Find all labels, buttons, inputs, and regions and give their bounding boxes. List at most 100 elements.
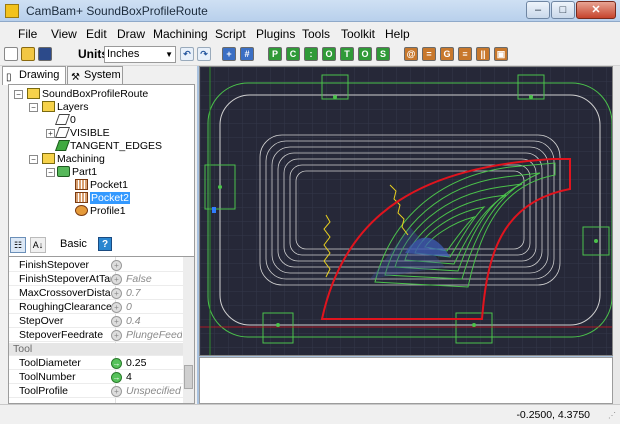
units-value: Inches <box>107 48 140 60</box>
drawing-canvas[interactable] <box>199 66 613 356</box>
simulate-icon[interactable]: ≡ <box>458 47 472 61</box>
profile-op-icon[interactable]: P <box>268 47 282 61</box>
property-row[interactable]: StepOver + 0.4 <box>9 315 183 328</box>
menu-help[interactable]: Help <box>385 27 410 41</box>
menu-file[interactable]: File <box>18 27 37 41</box>
value-set-icon[interactable]: → <box>111 358 122 369</box>
text-op-icon[interactable]: T <box>340 47 354 61</box>
tab-system[interactable]: ⚒ System <box>67 66 123 84</box>
gcode-icon[interactable]: G <box>440 47 454 61</box>
scroll-thumb[interactable] <box>184 365 193 389</box>
layer-icon <box>54 127 71 138</box>
tree-node-profile1[interactable]: Profile1 <box>75 205 126 218</box>
folder-icon <box>27 88 40 99</box>
chevron-down-icon: ▼ <box>165 50 173 59</box>
tree-node-pocket1[interactable]: Pocket1 <box>75 179 128 192</box>
new-file-icon[interactable] <box>4 47 18 61</box>
property-grid[interactable]: FinishStepover + FinishStepoverAtTarget … <box>8 256 195 404</box>
title-bar: CamBam+ SoundBoxProfileRoute – □ ✕ <box>0 0 620 22</box>
drill-op-icon[interactable]: : <box>304 47 318 61</box>
tree-node-layer-0[interactable]: 0 <box>54 114 76 127</box>
origin-marker <box>212 207 216 213</box>
cad-viewport[interactable] <box>200 67 613 356</box>
grid-icon[interactable]: # <box>240 47 254 61</box>
style-icon[interactable]: ▣ <box>494 47 508 61</box>
tree-node-layer-visible[interactable]: VISIBLE <box>54 127 110 140</box>
auto-value-icon[interactable]: + <box>111 316 122 327</box>
message-panel <box>199 357 613 404</box>
property-row[interactable]: MaxCrossoverDistance + 0.7 <box>9 287 183 300</box>
collapse-machining-icon[interactable]: − <box>29 155 38 164</box>
sort-alpha-icon[interactable]: A↓ <box>30 237 46 253</box>
menu-machining[interactable]: Machining <box>153 27 208 41</box>
auto-value-icon[interactable]: + <box>111 260 122 271</box>
tree-node-machining[interactable]: Machining <box>42 153 105 166</box>
undo-icon[interactable]: ↶ <box>180 47 194 61</box>
resize-grip-icon[interactable]: ⋰ <box>608 411 616 420</box>
menu-script[interactable]: Script <box>215 27 246 41</box>
property-row[interactable]: FinishStepover + <box>9 259 183 272</box>
tree-node-part1[interactable]: Part1 <box>57 166 97 179</box>
open-folder-icon[interactable] <box>21 47 35 61</box>
lathe-op-icon[interactable]: O <box>358 47 372 61</box>
tree-node-root[interactable]: SoundBoxProfileRoute <box>27 88 148 101</box>
expand-visible-icon[interactable]: + <box>46 129 55 138</box>
layer-icon <box>54 140 71 151</box>
property-row[interactable]: FinishStepoverAtTarget + False <box>9 273 183 286</box>
property-category[interactable]: Tool <box>9 343 183 356</box>
property-row[interactable]: StepoverFeedrate + PlungeFeedrate <box>9 329 183 342</box>
property-row[interactable]: ToolNumber → 4 <box>9 371 183 384</box>
auto-value-icon[interactable]: + <box>111 274 122 285</box>
minimize-button[interactable]: – <box>526 1 550 19</box>
auto-value-icon[interactable]: + <box>111 330 122 341</box>
tab-system-label: System <box>84 69 121 81</box>
snap-grid-icon[interactable]: + <box>222 47 236 61</box>
reset-toolpath-icon[interactable]: = <box>422 47 436 61</box>
auto-value-icon[interactable]: + <box>111 302 122 313</box>
tree-node-pocket2[interactable]: Pocket2 <box>75 192 130 205</box>
save-disk-icon[interactable] <box>38 47 52 61</box>
profile-icon <box>75 205 88 216</box>
tree-node-layer-tangent[interactable]: TANGENT_EDGES <box>54 140 162 153</box>
pocket-op-icon[interactable]: C <box>286 47 300 61</box>
tree-node-layers[interactable]: Layers <box>42 101 89 114</box>
engrave-op-icon[interactable]: O <box>322 47 336 61</box>
auto-value-icon[interactable]: + <box>111 386 122 397</box>
pocket-icon <box>75 192 88 203</box>
pocket-icon <box>75 179 88 190</box>
units-select[interactable]: Inches ▼ <box>104 46 176 63</box>
menu-bar: File View Edit Draw Machining Script Plu… <box>0 22 620 44</box>
property-row[interactable]: ToolDiameter → 0.25 <box>9 357 183 370</box>
menu-plugins[interactable]: Plugins <box>256 27 295 41</box>
tab-drawing[interactable]: ▯ Drawing <box>2 66 66 85</box>
help-icon[interactable]: ? <box>98 237 112 251</box>
layer-icon <box>54 114 71 125</box>
collapse-part-icon[interactable]: − <box>46 168 55 177</box>
menu-view[interactable]: View <box>51 27 77 41</box>
categorized-icon[interactable]: ☷ <box>10 237 26 253</box>
value-set-icon[interactable]: → <box>111 372 122 383</box>
menu-toolkit[interactable]: Toolkit <box>341 27 375 41</box>
grid-scrollbar[interactable] <box>183 257 194 403</box>
canvas-grid <box>200 67 612 355</box>
tab-drawing-label: Drawing <box>19 69 60 81</box>
redo-icon[interactable]: ↷ <box>197 47 211 61</box>
menu-draw[interactable]: Draw <box>117 27 145 41</box>
basic-mode-button[interactable]: Basic <box>60 238 87 250</box>
menu-tools[interactable]: Tools <box>302 27 330 41</box>
generate-toolpath-icon[interactable]: @ <box>404 47 418 61</box>
cut-widths-icon[interactable]: || <box>476 47 490 61</box>
collapse-layers-icon[interactable]: − <box>29 103 38 112</box>
auto-value-icon[interactable]: + <box>111 288 122 299</box>
close-button[interactable]: ✕ <box>576 1 616 19</box>
property-row[interactable]: RoughingClearance + 0 <box>9 301 183 314</box>
menu-edit[interactable]: Edit <box>86 27 107 41</box>
surface-op-icon[interactable]: S <box>376 47 390 61</box>
canvas-scrollbar[interactable] <box>613 66 620 404</box>
window-title: CamBam+ SoundBoxProfileRoute <box>26 4 208 18</box>
folder-icon <box>42 101 55 112</box>
property-row[interactable]: ToolProfile + Unspecified <box>9 385 183 398</box>
main-toolbar: Units Inches ▼ ↶ ↷ + # P C : O T O S @ =… <box>0 44 620 66</box>
maximize-button[interactable]: □ <box>551 1 575 19</box>
collapse-root-icon[interactable]: − <box>14 90 23 99</box>
